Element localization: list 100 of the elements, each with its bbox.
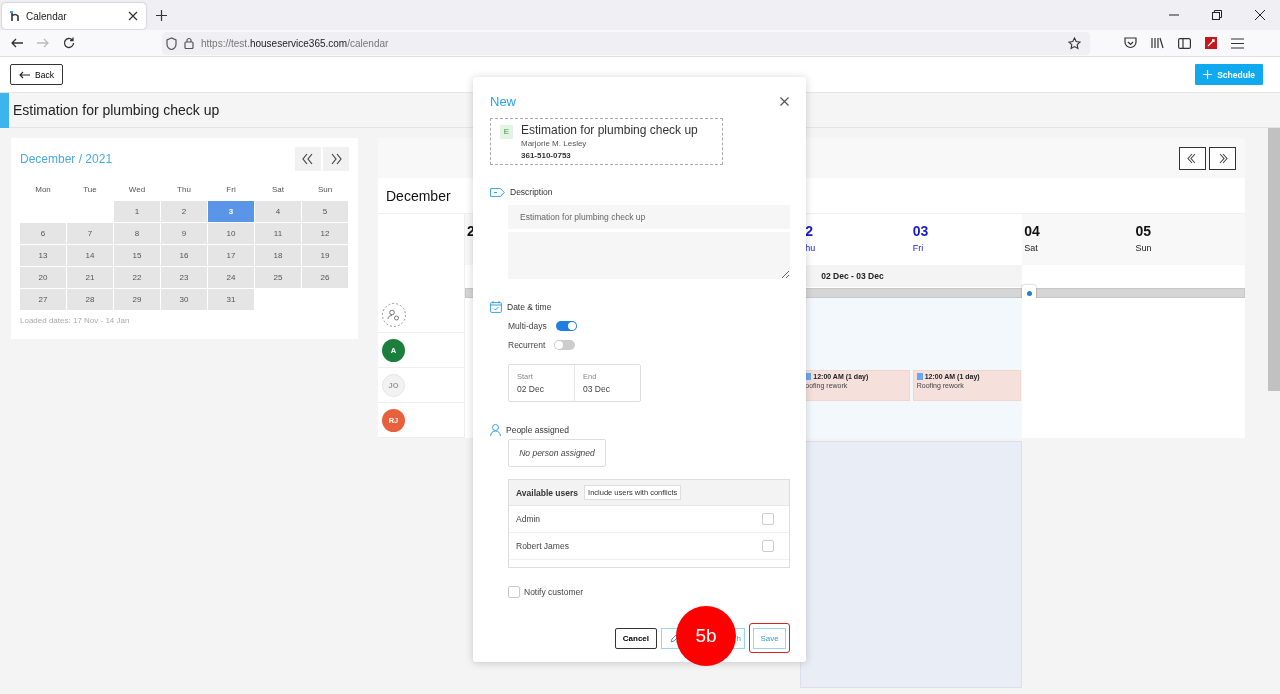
dialog-title: New	[490, 94, 516, 109]
calendar-day[interactable]: 28	[67, 289, 113, 310]
pen-icon	[670, 633, 679, 643]
calendar-day[interactable]: 24	[208, 267, 254, 288]
calendar-day[interactable]: 19	[302, 245, 348, 266]
checkbox[interactable]	[762, 540, 774, 552]
day-number: 2	[805, 223, 815, 239]
phone-number: 361-510-0753	[521, 151, 572, 160]
calendar-day[interactable]: 14	[67, 245, 113, 266]
calendar-day[interactable]: 4	[255, 201, 301, 222]
back-arrow-icon[interactable]	[11, 38, 23, 48]
section-label: People assigned	[506, 425, 569, 435]
calendar-day[interactable]: 22	[114, 267, 160, 288]
back-button[interactable]: Back	[10, 64, 63, 85]
toggle-switch[interactable]	[555, 320, 577, 331]
loaded-dates-note: Loaded dates: 17 Nov - 14 Jan	[20, 316, 131, 325]
calendar-day[interactable]: 5	[302, 201, 348, 222]
calendar-day[interactable]: 15	[114, 245, 160, 266]
calendar-day[interactable]: 7	[67, 223, 113, 244]
close-icon[interactable]	[780, 97, 789, 106]
cancel-button[interactable]: Cancel	[614, 627, 657, 649]
assigned-people-box: No person assigned	[508, 439, 606, 467]
star-icon[interactable]	[1068, 36, 1081, 50]
job-badge-icon	[916, 373, 923, 380]
job-title: Estimation for plumbing check up	[521, 123, 698, 137]
user-name: Robert James	[516, 541, 569, 551]
user-name: Admin	[516, 514, 541, 524]
calendar-day[interactable]: 8	[114, 223, 160, 244]
description-field[interactable]: Estimation for plumbing check up	[508, 205, 790, 229]
unassigned-person-icon[interactable]	[382, 303, 406, 327]
checkbox[interactable]	[762, 513, 774, 525]
table-header: Available users	[516, 487, 579, 498]
save-button[interactable]: Save	[753, 628, 786, 649]
calendar-day[interactable]: 30	[161, 289, 207, 310]
toggle-label: Recurrent	[508, 339, 546, 350]
calendar-day[interactable]: 18	[255, 245, 301, 266]
calendar-day[interactable]: 11	[255, 223, 301, 244]
section-label: Date & time	[507, 302, 552, 312]
calendar-day[interactable]: 26	[302, 267, 348, 288]
scrollbar[interactable]	[1268, 128, 1280, 391]
tab-title: Calendar	[26, 10, 68, 22]
extension-icon[interactable]	[1205, 37, 1217, 49]
calendar-day[interactable]: 9	[161, 223, 207, 244]
accent-stripe	[0, 92, 9, 128]
calendar-day[interactable]: 20	[20, 267, 66, 288]
calendar-day[interactable]: 16	[161, 245, 207, 266]
notes-field[interactable]	[508, 232, 790, 279]
month-label: December	[386, 187, 451, 204]
site-logo-icon	[10, 10, 20, 22]
calendar-day[interactable]: 25	[255, 267, 301, 288]
calendar-day[interactable]: 6	[20, 223, 66, 244]
chevron-left-icon[interactable]	[1179, 146, 1206, 170]
month-title: December / 2021	[20, 152, 113, 166]
weekday-label: Sat	[271, 184, 285, 196]
field-value: 03 Dec	[583, 384, 611, 394]
calendar-day[interactable]: 12	[302, 223, 348, 244]
url-text: https://test.houseservice365.com/calendar	[201, 37, 390, 49]
pocket-icon[interactable]	[1124, 37, 1137, 49]
job-type-badge: E	[500, 125, 513, 139]
page-title: Estimation for plumbing check up	[13, 102, 220, 118]
calendar-day[interactable]: 31	[208, 289, 254, 310]
calendar-day[interactable]: 13	[20, 245, 66, 266]
toggle-switch[interactable]	[554, 339, 576, 350]
library-icon[interactable]	[1151, 37, 1164, 49]
plus-icon[interactable]	[156, 9, 167, 21]
close-icon[interactable]	[128, 11, 138, 21]
plus-icon	[1203, 70, 1213, 79]
close-icon[interactable]	[1255, 10, 1265, 20]
browser-tab[interactable]: Calendar	[2, 3, 146, 29]
section-label: Description	[510, 187, 553, 197]
day-number: 03	[912, 223, 930, 239]
person-icon	[490, 424, 501, 436]
address-bar[interactable]: https://test.houseservice365.com/calendar	[162, 31, 1090, 55]
customer-name: Marjorie M. Lesley	[521, 139, 588, 148]
weekday-label: Thu	[176, 184, 192, 196]
weekday-label: Tue	[82, 184, 98, 196]
restore-icon[interactable]	[1212, 10, 1222, 20]
calendar-day[interactable]: 21	[67, 267, 113, 288]
calendar-icon	[490, 301, 502, 313]
weekday-label: Fri	[225, 184, 237, 196]
chevron-right-icon[interactable]	[1209, 146, 1236, 170]
calendar-day[interactable]: 17	[208, 245, 254, 266]
toggle-label: Multi-days	[508, 320, 547, 331]
calendar-day[interactable]: 23	[161, 267, 207, 288]
reload-icon[interactable]	[63, 37, 75, 49]
checkbox[interactable]	[508, 586, 520, 598]
tag-icon	[490, 187, 505, 197]
calendar-day[interactable]: 29	[114, 289, 160, 310]
calendar-day[interactable]: 10	[208, 223, 254, 244]
calendar-day[interactable]: 1	[114, 201, 160, 222]
calendar-day[interactable]: 2	[161, 201, 207, 222]
weekday-label: hu	[805, 243, 817, 253]
menu-icon[interactable]	[1231, 37, 1244, 49]
weekday-label: Sun	[1135, 243, 1153, 253]
day-number: 04	[1024, 223, 1041, 239]
weekday-label: Wed	[127, 184, 147, 196]
back-arrow-icon	[19, 70, 30, 79]
calendar-day[interactable]: 27	[20, 289, 66, 310]
field-value: 02 Dec	[517, 384, 545, 394]
sidebar-icon[interactable]	[1178, 37, 1191, 49]
